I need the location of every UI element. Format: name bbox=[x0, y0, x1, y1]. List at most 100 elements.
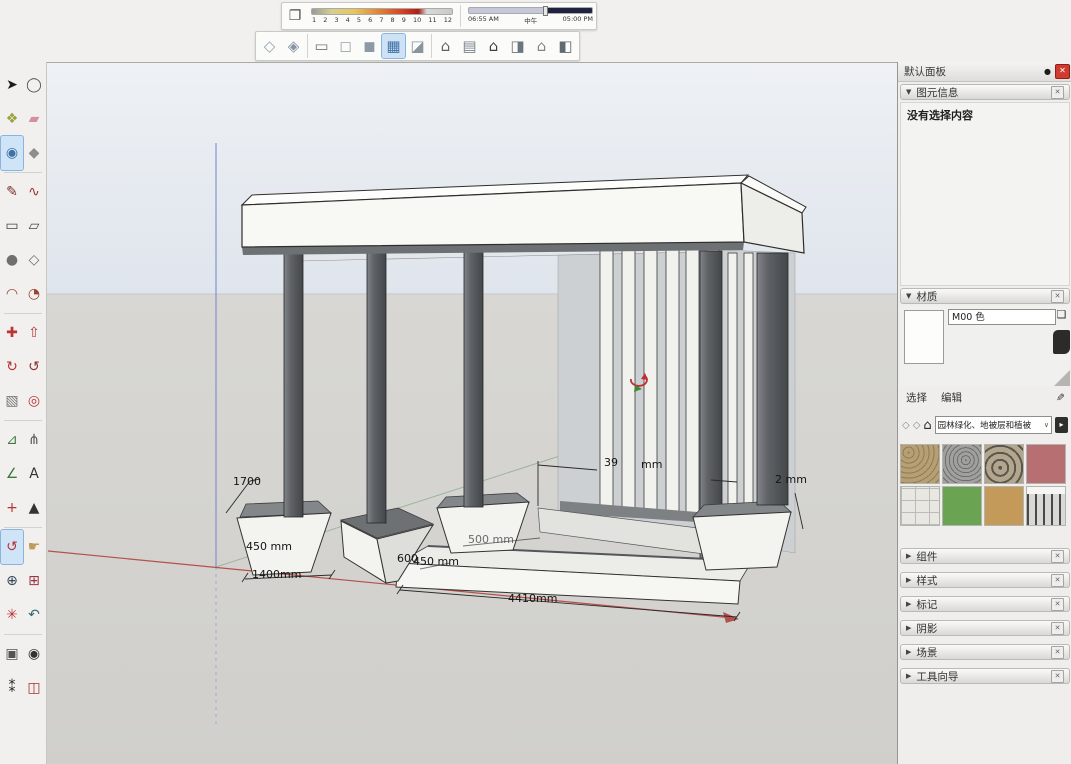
date-slider[interactable]: 123456789101112 bbox=[311, 8, 453, 24]
tray-section-样式[interactable]: ▶样式✕ bbox=[900, 572, 1070, 588]
swatch-ochre[interactable] bbox=[984, 486, 1024, 526]
pan-tool-icon[interactable]: ☛ bbox=[23, 530, 45, 564]
select-tool-icon[interactable]: ➤ bbox=[1, 68, 23, 102]
swatch-pavers[interactable] bbox=[900, 486, 940, 526]
close-section-icon[interactable]: ✕ bbox=[1051, 574, 1064, 587]
axes-figure-tool-icon[interactable]: ⋔ bbox=[23, 423, 45, 457]
left-view-icon[interactable]: ◧ bbox=[554, 34, 577, 58]
rectangle-tool-icon[interactable]: ▭ bbox=[1, 209, 23, 243]
circle-tool-icon[interactable]: ● bbox=[1, 243, 23, 277]
protractor-tool-icon[interactable]: ∠ bbox=[1, 457, 23, 491]
walk-tool-icon[interactable]: ⁑ bbox=[1, 671, 23, 705]
details-icon[interactable]: ▸ bbox=[1055, 417, 1068, 433]
scale-tool-icon[interactable]: ▧ bbox=[1, 384, 23, 418]
close-section-icon[interactable]: ✕ bbox=[1051, 550, 1064, 563]
front-view-icon[interactable]: ⌂ bbox=[482, 34, 505, 58]
time-slider-track[interactable] bbox=[468, 7, 593, 14]
line-tool-icon[interactable]: ✎ bbox=[1, 175, 23, 209]
text-tool-icon[interactable]: A bbox=[23, 457, 45, 491]
month-tick: 11 bbox=[428, 16, 436, 24]
position-camera-tool-icon[interactable]: ▣ bbox=[1, 637, 23, 671]
top-view-icon[interactable]: ▤ bbox=[458, 34, 481, 58]
swatch-fence[interactable] bbox=[1026, 486, 1066, 526]
move-tool-icon[interactable]: ✚ bbox=[1, 316, 23, 350]
close-section-icon[interactable]: ✕ bbox=[1051, 670, 1064, 683]
eraser-tool-icon[interactable]: ▰ bbox=[23, 102, 45, 136]
home-icon[interactable]: ⌂ bbox=[923, 418, 931, 433]
freehand-tool-icon[interactable]: ∿ bbox=[23, 175, 45, 209]
tray-section-场景[interactable]: ▶场景✕ bbox=[900, 644, 1070, 660]
zoom-extents-tool-icon[interactable]: ✳ bbox=[1, 598, 23, 632]
tray-section-工具向导[interactable]: ▶工具向导✕ bbox=[900, 668, 1070, 684]
material-preview[interactable] bbox=[904, 310, 944, 364]
tab-edit[interactable]: 编辑 bbox=[941, 390, 962, 405]
time-end-label: 05:00 PM bbox=[563, 15, 593, 25]
forward-arrow-icon[interactable]: ◇ bbox=[913, 420, 921, 431]
swatch-pebbles[interactable] bbox=[984, 444, 1024, 484]
wireframe-style-icon[interactable]: ▭ bbox=[310, 34, 333, 58]
previous-view-tool-icon[interactable]: ↶ bbox=[23, 598, 45, 632]
lasso-tool-icon[interactable]: ◯ bbox=[23, 68, 45, 102]
entity-info-header[interactable]: ▼ 图元信息 ✕ bbox=[900, 84, 1070, 100]
swatch-mauve[interactable] bbox=[1026, 444, 1066, 484]
materials-header[interactable]: ▼ 材质 ✕ bbox=[900, 288, 1070, 304]
swatch-gravel-tan[interactable] bbox=[900, 444, 940, 484]
paint-bucket-tool-icon[interactable]: ◉ bbox=[1, 136, 23, 170]
xray-style-icon[interactable]: ◇ bbox=[258, 34, 281, 58]
close-section-icon[interactable]: ✕ bbox=[1051, 646, 1064, 659]
iso-view-icon[interactable]: ⌂ bbox=[434, 34, 457, 58]
arc-tool-icon[interactable]: ◠ bbox=[1, 277, 23, 311]
swatch-grass-green[interactable] bbox=[942, 486, 982, 526]
shadow-toggle-icon[interactable]: ❐ bbox=[285, 6, 305, 26]
zoom-window-tool-icon[interactable]: ⊞ bbox=[23, 564, 45, 598]
tray-title-bar[interactable]: 默认面板 ● ✕ bbox=[898, 62, 1071, 82]
time-slider-handle[interactable] bbox=[543, 6, 548, 16]
tape-measure-tool-icon[interactable]: ⊿ bbox=[1, 423, 23, 457]
follow-me-tool-icon[interactable]: ↺ bbox=[23, 350, 45, 384]
axes-tool-icon[interactable]: + bbox=[1, 491, 23, 525]
polygon-tool-icon[interactable]: ◇ bbox=[23, 243, 45, 277]
viewport[interactable]: 1700450 mm1400mm600450 mm500 mm4410mm39m… bbox=[47, 62, 897, 764]
hidden-line-style-icon[interactable]: ◻ bbox=[334, 34, 357, 58]
date-slider-track[interactable] bbox=[311, 8, 453, 15]
column-2 bbox=[367, 245, 386, 523]
eyedropper-icon[interactable]: ✎ bbox=[1054, 393, 1066, 402]
make-component-tool-icon[interactable]: ❖ bbox=[1, 102, 23, 136]
push-pull-tool-icon[interactable]: ⇧ bbox=[23, 316, 45, 350]
offset-tool-icon[interactable]: ◎ bbox=[23, 384, 45, 418]
section-plane-tool-icon[interactable]: ◫ bbox=[23, 671, 45, 705]
time-slider[interactable]: 06:55 AM 中午 05:00 PM bbox=[468, 7, 593, 25]
shaded-with-textures-style-icon[interactable]: ▦ bbox=[382, 34, 405, 58]
zoom-tool-icon[interactable]: ⊕ bbox=[1, 564, 23, 598]
tray-section-阴影[interactable]: ▶阴影✕ bbox=[900, 620, 1070, 636]
orbit-tool-icon[interactable]: ↺ bbox=[1, 530, 23, 564]
back-arrow-icon[interactable]: ◇ bbox=[902, 420, 910, 431]
rotated-rectangle-tool-icon[interactable]: ▱ bbox=[23, 209, 45, 243]
3d-text-tool-icon[interactable]: ▲ bbox=[23, 491, 45, 525]
right-view-icon[interactable]: ◨ bbox=[506, 34, 529, 58]
close-materials-icon[interactable]: ✕ bbox=[1051, 290, 1064, 303]
column-3 bbox=[464, 241, 483, 507]
create-material-icon[interactable]: ❏ bbox=[1054, 308, 1069, 324]
close-section-icon[interactable]: ✕ bbox=[1051, 598, 1064, 611]
surface-tool-icon[interactable]: ◆ bbox=[23, 136, 45, 170]
tab-select[interactable]: 选择 bbox=[906, 390, 927, 405]
material-category-dropdown[interactable]: 园林绿化、地被层和植被 ∨ bbox=[935, 416, 1052, 434]
back-edges-style-icon[interactable]: ◈ bbox=[282, 34, 305, 58]
material-name-field[interactable]: M00 色 bbox=[948, 309, 1056, 325]
shaded-style-icon[interactable]: ◼ bbox=[358, 34, 381, 58]
look-around-tool-icon[interactable]: ◉ bbox=[23, 637, 45, 671]
monochrome-style-icon[interactable]: ◪ bbox=[406, 34, 429, 58]
swatch-gravel-gray[interactable] bbox=[942, 444, 982, 484]
default-panel-tray: 默认面板 ● ✕ ▼ 图元信息 ✕ 没有选择内容 ▼ 材质 ✕ M00 色 ❏ … bbox=[897, 62, 1071, 764]
tray-section-标记[interactable]: ▶标记✕ bbox=[900, 596, 1070, 612]
rotate-tool-icon[interactable]: ↻ bbox=[1, 350, 23, 384]
pie-tool-icon[interactable]: ◔ bbox=[23, 277, 45, 311]
close-section-icon[interactable]: ✕ bbox=[1051, 622, 1064, 635]
pin-icon[interactable]: ● bbox=[1044, 67, 1051, 76]
close-tray-button[interactable]: ✕ bbox=[1055, 64, 1070, 79]
close-entity-info-icon[interactable]: ✕ bbox=[1051, 86, 1064, 99]
tray-section-组件[interactable]: ▶组件✕ bbox=[900, 548, 1070, 564]
sample-paint-icon[interactable] bbox=[1053, 330, 1070, 354]
back-view-icon[interactable]: ⌂ bbox=[530, 34, 553, 58]
